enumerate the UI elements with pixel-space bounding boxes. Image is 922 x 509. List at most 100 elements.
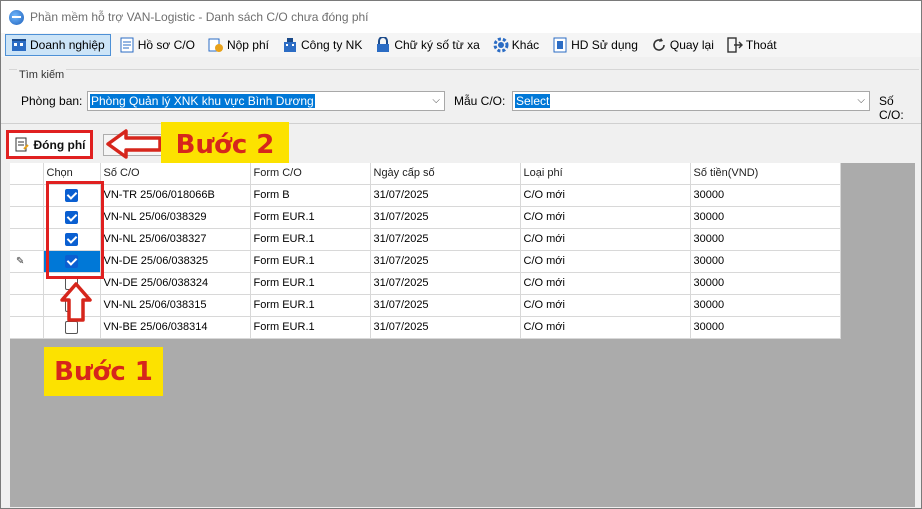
toolbar-label: Chữ ký số từ xa — [394, 38, 480, 52]
toolbar-nop-phi[interactable]: Nộp phí — [203, 34, 274, 56]
fee-type-cell[interactable]: C/O mới — [520, 206, 691, 229]
row-header-corner — [10, 163, 44, 185]
form-co-cell[interactable]: Form B — [250, 184, 371, 207]
fee-type-cell[interactable]: C/O mới — [520, 316, 691, 339]
table-row[interactable]: VN-NL 25/06/038315 Form EUR.1 31/07/2025 C/… — [10, 294, 841, 317]
annotation-checkbox-highlight — [46, 181, 104, 279]
gear-icon — [493, 37, 509, 53]
form-co-cell[interactable]: Form EUR.1 — [250, 228, 371, 251]
lock-icon — [375, 37, 391, 53]
toolbar-label: HD Sử dụng — [571, 38, 638, 52]
pay-fee-button[interactable]: Đóng phí — [6, 130, 93, 159]
building-icon — [11, 37, 27, 53]
co-number-cell[interactable]: VN-DE 25/06/038324 — [100, 272, 251, 295]
toolbar-label: Công ty NK — [300, 38, 363, 52]
column-header-so-tien[interactable]: Số tiền(VND) — [690, 163, 841, 185]
co-grid: Chọn Số C/O Form C/O Ngày cấp số Loại ph… — [10, 163, 915, 507]
fee-type-cell[interactable]: C/O mới — [520, 250, 691, 273]
search-group-title: Tìm kiếm — [17, 69, 67, 81]
form-co-select-value: Select — [515, 94, 551, 108]
toolbar-cong-ty-nk[interactable]: Công ty NK — [277, 34, 367, 56]
refresh-icon — [651, 37, 667, 53]
toolbar-thoat[interactable]: Thoát — [722, 34, 782, 56]
issue-date-cell[interactable]: 31/07/2025 — [370, 228, 521, 251]
fee-type-cell[interactable]: C/O mới — [520, 272, 691, 295]
issue-date-cell[interactable]: 31/07/2025 — [370, 272, 521, 295]
form-co-label: Mẫu C/O: — [454, 94, 506, 108]
amount-cell[interactable]: 30000 — [690, 184, 841, 207]
chevron-down-icon: ⌵ — [857, 95, 865, 106]
chevron-down-icon: ⌵ — [432, 95, 440, 106]
form-co-cell[interactable]: Form EUR.1 — [250, 250, 371, 273]
amount-cell[interactable]: 30000 — [690, 206, 841, 229]
toolbar-label: Hồ sơ C/O — [137, 38, 195, 52]
table-header-row: Chọn Số C/O Form C/O Ngày cấp số Loại ph… — [10, 163, 841, 185]
row-header[interactable] — [10, 228, 44, 251]
column-header-ngay-cap-so[interactable]: Ngày cấp số — [370, 163, 521, 185]
form-co-cell[interactable]: Form EUR.1 — [250, 294, 371, 317]
toolbar-doanh-nghiep[interactable]: Doanh nghiệp — [5, 34, 111, 56]
toolbar-hd-su-dung[interactable]: HD Sử dụng — [547, 34, 643, 56]
row-header[interactable]: ✎ — [10, 250, 44, 273]
amount-cell[interactable]: 30000 — [690, 228, 841, 251]
issue-date-cell[interactable]: 31/07/2025 — [370, 250, 521, 273]
row-header[interactable] — [10, 294, 44, 317]
co-number-cell[interactable]: VN-NL 25/06/038327 — [100, 228, 251, 251]
department-select[interactable]: Phòng Quản lý XNK khu vực Bình Dương ⌵ — [87, 91, 445, 111]
row-header[interactable] — [10, 316, 44, 339]
co-number-cell[interactable]: VN-NL 25/06/038329 — [100, 206, 251, 229]
fee-type-cell[interactable]: C/O mới — [520, 294, 691, 317]
table-row[interactable]: ✎ VN-DE 25/06/038325 Form EUR.1 31/07/2025 C… — [10, 250, 841, 273]
table-row[interactable]: VN-NL 25/06/038327 Form EUR.1 31/07/2025 C/… — [10, 228, 841, 251]
column-header-form-co[interactable]: Form C/O — [250, 163, 371, 185]
form-co-select[interactable]: Select ⌵ — [512, 91, 870, 111]
amount-cell[interactable]: 30000 — [690, 272, 841, 295]
amount-cell[interactable]: 30000 — [690, 250, 841, 273]
row-header[interactable] — [10, 184, 44, 207]
toolbar-label: Khác — [511, 38, 540, 52]
form-co-cell[interactable]: Form EUR.1 — [250, 272, 371, 295]
payment-icon — [14, 137, 30, 153]
toolbar-label: Doanh nghiệp — [30, 38, 105, 52]
toolbar-chu-ky-so[interactable]: Chữ ký số từ xa — [370, 34, 484, 56]
app-logo-icon — [9, 9, 24, 25]
payment-icon — [208, 37, 224, 53]
department-select-value: Phòng Quản lý XNK khu vực Bình Dương — [90, 94, 315, 108]
table-row[interactable]: VN-NL 25/06/038329 Form EUR.1 31/07/2025 C/… — [10, 206, 841, 229]
amount-cell[interactable]: 30000 — [690, 316, 841, 339]
co-number-cell[interactable]: VN-BE 25/06/038314 — [100, 316, 251, 339]
main-toolbar: Doanh nghiệp Hồ sơ C/O Nộp phí Công ty N… — [1, 33, 921, 57]
row-header[interactable] — [10, 272, 44, 295]
toolbar-khac[interactable]: Khác — [488, 34, 544, 56]
form-co-cell[interactable]: Form EUR.1 — [250, 206, 371, 229]
app-window: Phần mềm hỗ trợ VAN-Logistic - Danh sách… — [0, 0, 922, 509]
issue-date-cell[interactable]: 31/07/2025 — [370, 294, 521, 317]
row-header[interactable] — [10, 206, 44, 229]
table-row[interactable]: VN-DE 25/06/038324 Form EUR.1 31/07/2025 C/… — [10, 272, 841, 295]
issue-date-cell[interactable]: 31/07/2025 — [370, 206, 521, 229]
toolbar-label: Quay lại — [669, 38, 714, 52]
annotation-arrow-up — [60, 282, 92, 322]
issue-date-cell[interactable]: 31/07/2025 — [370, 184, 521, 207]
co-number-cell[interactable]: VN-DE 25/06/038325 — [100, 250, 251, 273]
table-row[interactable]: VN-BE 25/06/038314 Form EUR.1 31/07/2025 C/… — [10, 316, 841, 339]
window-title: Phần mềm hỗ trợ VAN-Logistic - Danh sách… — [30, 10, 369, 24]
title-bar: Phần mềm hỗ trợ VAN-Logistic - Danh sách… — [1, 1, 921, 33]
column-header-so-co[interactable]: Số C/O — [100, 163, 251, 185]
fee-type-cell[interactable]: C/O mới — [520, 228, 691, 251]
column-header-loai-phi[interactable]: Loại phí — [520, 163, 691, 185]
step-2-annotation: Bước 2 — [161, 122, 289, 167]
table-row[interactable]: VN-TR 25/06/018066B Form B 31/07/2025 C/O m… — [10, 184, 841, 207]
pencil-icon: ✎ — [16, 256, 25, 267]
co-number-cell[interactable]: VN-TR 25/06/018066B — [100, 184, 251, 207]
toolbar-quay-lai[interactable]: Quay lại — [646, 34, 719, 56]
form-co-cell[interactable]: Form EUR.1 — [250, 316, 371, 339]
department-label: Phòng ban: — [21, 94, 83, 108]
separator — [1, 123, 921, 124]
step-1-annotation: Bước 1 — [44, 347, 163, 396]
fee-type-cell[interactable]: C/O mới — [520, 184, 691, 207]
amount-cell[interactable]: 30000 — [690, 294, 841, 317]
toolbar-ho-so-co[interactable]: Hồ sơ C/O — [114, 34, 200, 56]
co-number-cell[interactable]: VN-NL 25/06/038315 — [100, 294, 251, 317]
issue-date-cell[interactable]: 31/07/2025 — [370, 316, 521, 339]
